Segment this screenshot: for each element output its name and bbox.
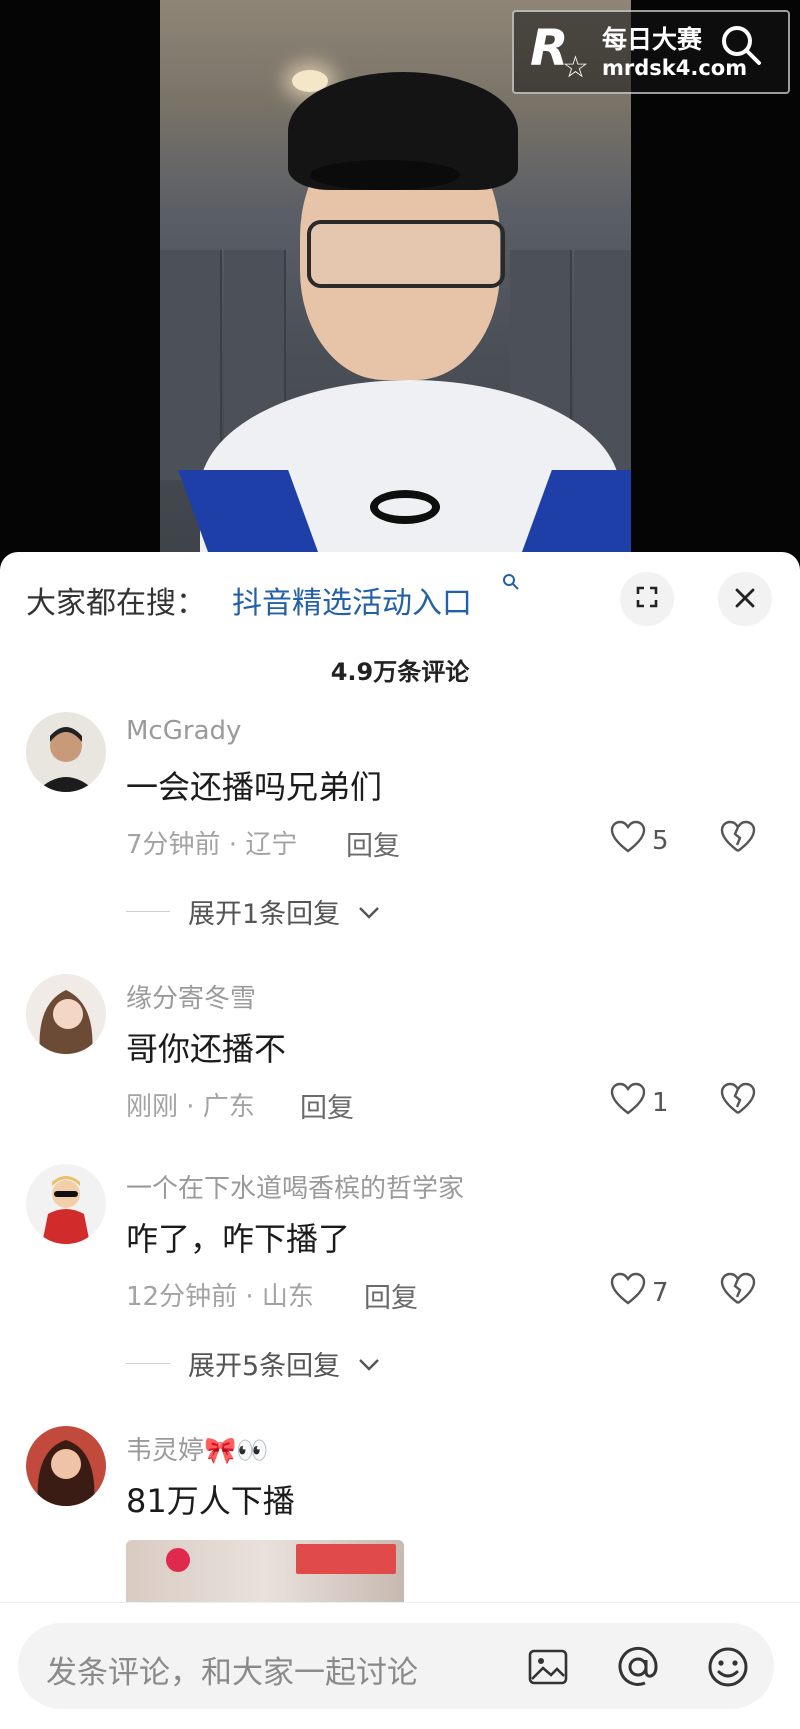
close-icon [734,582,756,617]
heart-icon [610,820,646,861]
like-button[interactable]: 1 [610,1082,669,1123]
shirt-logo [370,490,440,524]
comment-meta: 7分钟前 · 辽宁 [126,830,298,860]
image-icon[interactable] [526,1645,570,1689]
search-small-icon [502,572,520,596]
comment-input-placeholder: 发条评论，和大家一起讨论 [46,1655,418,1691]
broken-heart-icon [720,1082,756,1120]
expand-replies-button[interactable]: 展开5条回复 [126,1344,380,1383]
comment-meta: 刚刚 · 广东 [126,1092,255,1122]
comment-username[interactable]: 一个在下水道喝香槟的哲学家 [126,1168,464,1205]
watermark-title: 每日大赛 [602,25,703,54]
avatar[interactable] [26,1426,106,1506]
hot-search-prefix: 大家都在搜： [26,586,206,621]
expand-replies-label: 展开1条回复 [188,899,341,930]
expand-replies-label: 展开5条回复 [188,1351,341,1382]
star-icon: ☆ [562,50,589,85]
cap-brim [310,160,460,190]
at-icon[interactable] [616,1645,660,1689]
expand-button[interactable] [620,572,674,626]
close-button[interactable] [718,572,772,626]
broken-heart-icon [720,1272,756,1310]
heart-icon [610,1082,646,1123]
reply-button[interactable]: 回复 [364,1276,418,1315]
video-player[interactable]: R ☆ 每日大赛 mrdsk4.com [0,0,800,560]
reply-button[interactable]: 回复 [300,1086,354,1125]
broken-heart-icon [720,820,756,858]
divider-line [126,911,170,912]
comment-text: 81万人下播 [126,1482,295,1520]
person-glasses [307,220,505,288]
divider-line [126,1363,170,1364]
search-icon[interactable] [718,22,764,68]
comment-meta: 12分钟前 · 山东 [126,1282,314,1312]
hot-search-link[interactable]: 抖音精选活动入口 [232,578,472,622]
expand-icon [634,584,660,614]
thumbnail-badge [166,1548,190,1572]
hot-search-bar: 大家都在搜： 抖音精选活动入口 [0,552,800,642]
comment-text: 哥你还播不 [126,1030,287,1068]
avatar[interactable] [26,1164,106,1244]
comment-username[interactable]: 缘分寄冬雪 [126,978,256,1015]
avatar[interactable] [26,712,106,792]
chevron-down-icon [358,1348,380,1379]
comment-text: 咋了，咋下播了 [126,1220,351,1258]
dislike-button[interactable] [720,1082,756,1120]
username-text: 韦灵婷 [126,1436,205,1466]
chevron-down-icon [358,896,380,927]
comment-count: 4.9万条评论 [330,658,470,686]
username-emoji: 🎀👀 [204,1436,269,1466]
wall-panel [160,250,222,480]
like-button[interactable]: 7 [610,1272,669,1313]
comment-sheet: 大家都在搜： 抖音精选活动入口 4.9万条评论 McGrady 一会还播吗兄弟们… [0,552,800,1729]
dislike-button[interactable] [720,1272,756,1310]
comment-input[interactable]: 发条评论，和大家一起讨论 [18,1623,774,1709]
heart-icon [610,1272,646,1313]
expand-replies-button[interactable]: 展开1条回复 [126,892,380,931]
dislike-button[interactable] [720,820,756,858]
reply-button[interactable]: 回复 [346,824,400,863]
like-count: 7 [652,1277,669,1308]
comment-image-thumbnail[interactable] [126,1540,404,1610]
comment-username[interactable]: McGrady [126,716,241,746]
like-count: 5 [652,825,669,856]
avatar[interactable] [26,974,106,1054]
thumbnail-banner [296,1544,396,1574]
like-button[interactable]: 5 [610,820,669,861]
emoji-icon[interactable] [706,1645,750,1689]
comment-text: 一会还播吗兄弟们 [126,768,383,806]
comment-username[interactable]: 韦灵婷🎀👀 [126,1430,269,1467]
like-count: 1 [652,1087,669,1118]
comment-composer: 发条评论，和大家一起讨论 [0,1602,800,1729]
